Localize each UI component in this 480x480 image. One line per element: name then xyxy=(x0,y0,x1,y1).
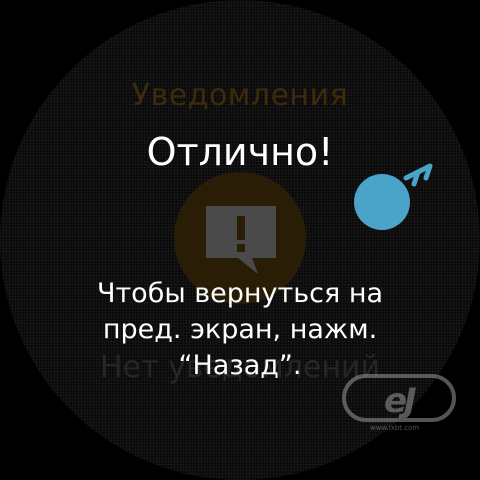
background-title: Уведомления xyxy=(131,78,349,113)
swipe-gesture-icon xyxy=(354,163,433,230)
svg-text:www.ixbt.com: www.ixbt.com xyxy=(370,424,419,432)
notification-alert-icon xyxy=(206,206,276,274)
site-watermark-logo: e J www.ixbt.com xyxy=(342,374,456,432)
watch-screen: Уведомления Нет уведомлений Отлично! Что… xyxy=(0,0,480,480)
